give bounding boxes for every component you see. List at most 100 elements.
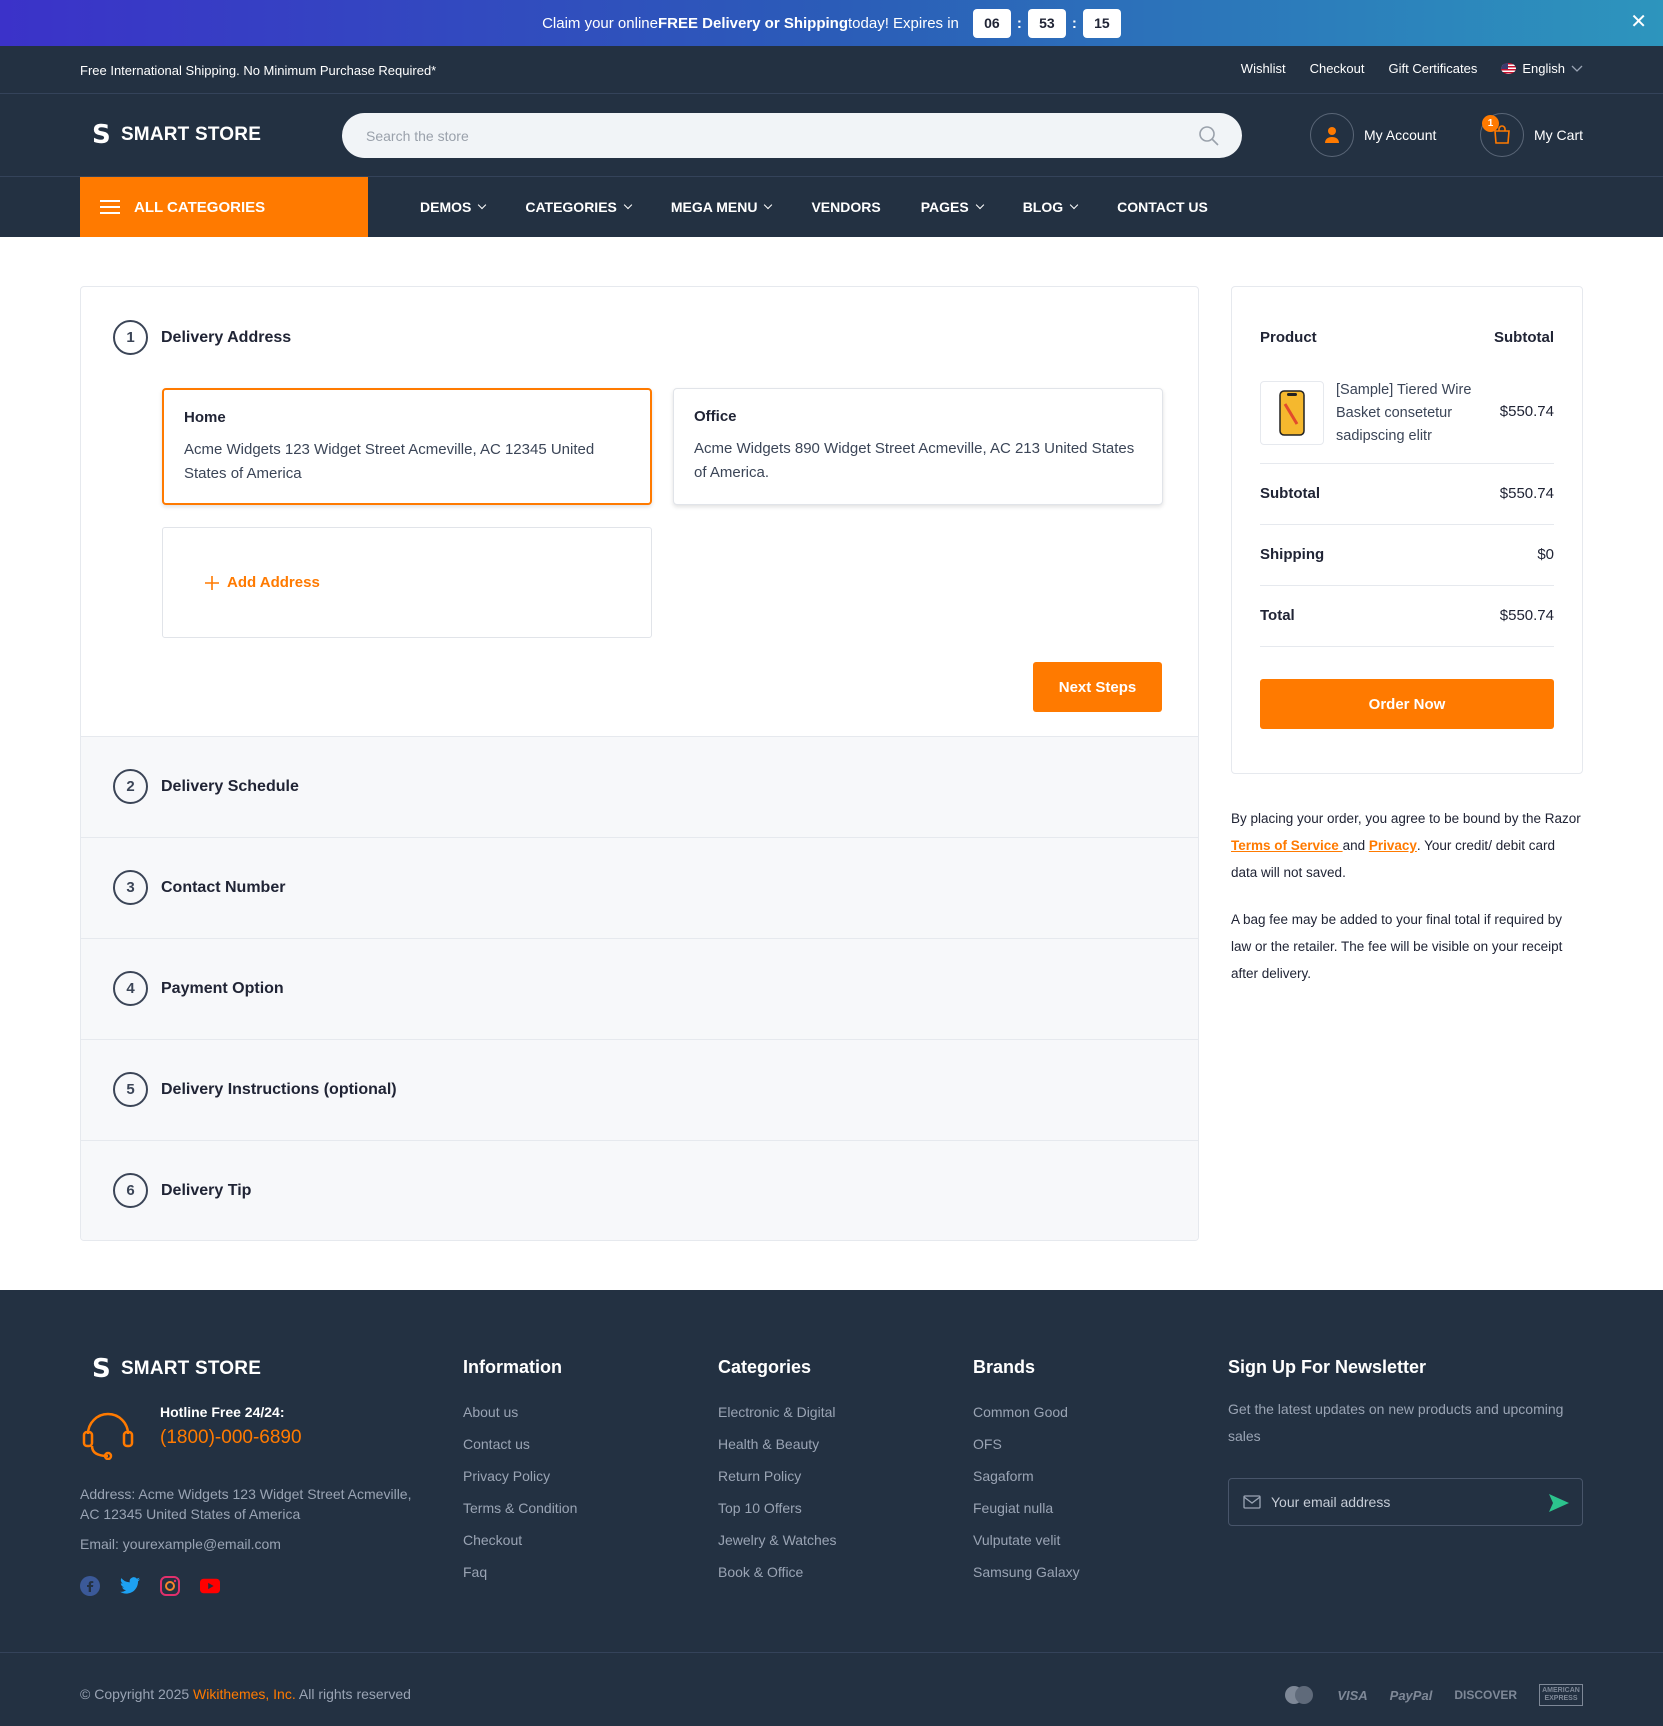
step-number: 2 — [113, 769, 148, 804]
twitter-icon[interactable] — [120, 1576, 140, 1596]
address-title: Office — [694, 408, 737, 425]
footer-link[interactable]: Faq — [463, 1556, 577, 1588]
step-contact-number[interactable]: 3 Contact Number — [81, 837, 1198, 938]
step-delivery-tip[interactable]: 6 Delivery Tip — [81, 1140, 1198, 1240]
address-title: Home — [184, 409, 226, 426]
product-thumbnail[interactable] — [1260, 381, 1324, 445]
information-title: Information — [463, 1357, 562, 1377]
language-label: English — [1522, 61, 1565, 76]
footer-link[interactable]: About us — [463, 1396, 577, 1428]
chevron-down-icon — [975, 200, 984, 210]
headset-icon — [82, 1412, 134, 1460]
user-icon — [1310, 113, 1354, 157]
nav-pages[interactable]: PAGES — [921, 199, 984, 215]
nav-blog[interactable]: BLOG — [1023, 199, 1079, 215]
product-name[interactable]: [Sample] Tiered Wire Basket consetetur s… — [1336, 379, 1486, 448]
step-title: Delivery Tip — [161, 1182, 252, 1199]
phone-image-icon — [1279, 390, 1305, 436]
step-delivery-instructions[interactable]: 5 Delivery Instructions (optional) — [81, 1039, 1198, 1140]
footer-link[interactable]: Samsung Galaxy — [973, 1556, 1080, 1588]
close-icon[interactable]: ✕ — [1630, 12, 1647, 32]
promo-bar: Claim your online FREE Delivery or Shipp… — [0, 0, 1663, 46]
shipping-label: Shipping — [1260, 546, 1325, 563]
instagram-icon[interactable] — [160, 1576, 180, 1596]
company-link[interactable]: Wikithemes, Inc. — [193, 1686, 296, 1702]
step-delivery-schedule[interactable]: 2 Delivery Schedule — [81, 736, 1198, 837]
footer-newsletter: Sign Up For Newsletter Get the latest up… — [1228, 1357, 1588, 1450]
brands-title: Brands — [973, 1357, 1036, 1377]
amex-icon: AMERICAN EXPRESS — [1539, 1684, 1583, 1706]
language-selector[interactable]: English — [1501, 61, 1583, 76]
mastercard-icon — [1285, 1686, 1314, 1704]
footer-categories: Categories Electronic & Digital Health &… — [718, 1357, 837, 1588]
nav-mega-menu[interactable]: MEGA MENU — [671, 199, 773, 215]
footer-link[interactable]: Return Policy — [718, 1460, 837, 1492]
countdown-hours: 06 — [972, 8, 1011, 38]
footer-link[interactable]: Health & Beauty — [718, 1428, 837, 1460]
privacy-link[interactable]: Privacy — [1369, 838, 1417, 853]
terms-of-service-link[interactable]: Terms of Service — [1231, 838, 1343, 853]
footer-link[interactable]: Contact us — [463, 1428, 577, 1460]
step-number: 6 — [113, 1173, 148, 1208]
newsletter-email-input[interactable]: Your email address — [1228, 1478, 1583, 1526]
nav-demos[interactable]: DEMOS — [420, 199, 487, 215]
main-nav: ALL CATEGORIES DEMOS CATEGORIES MEGA MEN… — [0, 177, 1663, 237]
send-icon[interactable] — [1548, 1493, 1570, 1513]
payment-methods: VISA PayPal DISCOVER AMERICAN EXPRESS — [1283, 1684, 1583, 1706]
countdown: 06 : 53 : 15 — [972, 8, 1121, 38]
plus-icon — [205, 575, 219, 590]
promo-suffix: today! Expires in — [848, 14, 959, 32]
nav-contact-us[interactable]: CONTACT US — [1117, 199, 1208, 215]
footer-link[interactable]: Privacy Policy — [463, 1460, 577, 1492]
order-now-button[interactable]: Order Now — [1260, 679, 1554, 729]
store-logo[interactable]: S SMART STORE — [92, 120, 261, 150]
step-title: Payment Option — [161, 980, 284, 997]
menu-icon — [100, 200, 120, 214]
my-account-button[interactable]: My Account — [1310, 113, 1436, 157]
nav-vendors[interactable]: VENDORS — [811, 199, 880, 215]
footer-link[interactable]: Top 10 Offers — [718, 1492, 837, 1524]
step-title: Contact Number — [161, 879, 286, 896]
footer-link[interactable]: Jewelry & Watches — [718, 1524, 837, 1556]
address-card-office[interactable]: Office Acme Widgets 890 Widget Street Ac… — [673, 388, 1163, 505]
footer-information: Information About us Contact us Privacy … — [463, 1357, 577, 1588]
all-categories-button[interactable]: ALL CATEGORIES — [80, 177, 368, 237]
top-bar: Free International Shipping. No Minimum … — [0, 46, 1663, 94]
footer-link[interactable]: Sagaform — [973, 1460, 1080, 1492]
footer-link[interactable]: Common Good — [973, 1396, 1080, 1428]
paypal-icon: PayPal — [1389, 1687, 1433, 1703]
footer-link[interactable]: Book & Office — [718, 1556, 837, 1588]
footer-email: Email: yourexample@email.com — [80, 1536, 281, 1552]
step-number: 3 — [113, 870, 148, 905]
add-address-button[interactable]: Add Address — [162, 527, 652, 638]
product-price: $550.74 — [1499, 403, 1554, 420]
footer-address: Address: Acme Widgets 123 Widget Street … — [80, 1486, 412, 1522]
chevron-down-icon — [478, 200, 487, 210]
nav-categories[interactable]: CATEGORIES — [525, 199, 633, 215]
logo-text: SMART STORE — [120, 124, 262, 145]
step-payment-option[interactable]: 4 Payment Option — [81, 938, 1198, 1039]
footer-link[interactable]: OFS — [973, 1428, 1080, 1460]
footer-logo[interactable]: S SMART STORE — [92, 1354, 261, 1384]
shipping-note: Free International Shipping. No Minimum … — [80, 63, 437, 78]
youtube-icon[interactable] — [200, 1576, 220, 1596]
footer-link[interactable]: Terms & Condition — [463, 1492, 577, 1524]
footer-link[interactable]: Feugiat nulla — [973, 1492, 1080, 1524]
address-card-home[interactable]: Home Acme Widgets 123 Widget Street Acme… — [162, 388, 652, 505]
step-title-delivery-address[interactable]: Delivery Address — [161, 329, 291, 347]
facebook-icon[interactable] — [80, 1576, 100, 1596]
step-number: 5 — [113, 1072, 148, 1107]
wishlist-link[interactable]: Wishlist — [1241, 61, 1286, 76]
step-title: Delivery Schedule — [161, 778, 299, 795]
countdown-seconds: 15 — [1082, 8, 1121, 38]
next-steps-button[interactable]: Next Steps — [1033, 662, 1162, 712]
footer-link[interactable]: Vulputate velit — [973, 1524, 1080, 1556]
footer-link[interactable]: Electronic & Digital — [718, 1396, 837, 1428]
checkout-link[interactable]: Checkout — [1310, 61, 1365, 76]
gift-certificates-link[interactable]: Gift Certificates — [1389, 61, 1478, 76]
search-input[interactable]: Search the store — [342, 113, 1242, 158]
search-icon[interactable] — [1198, 125, 1220, 147]
my-cart-button[interactable]: 1 My Cart — [1480, 113, 1583, 157]
hotline-number[interactable]: (1800)-000-6890 — [160, 1427, 302, 1449]
footer-link[interactable]: Checkout — [463, 1524, 577, 1556]
